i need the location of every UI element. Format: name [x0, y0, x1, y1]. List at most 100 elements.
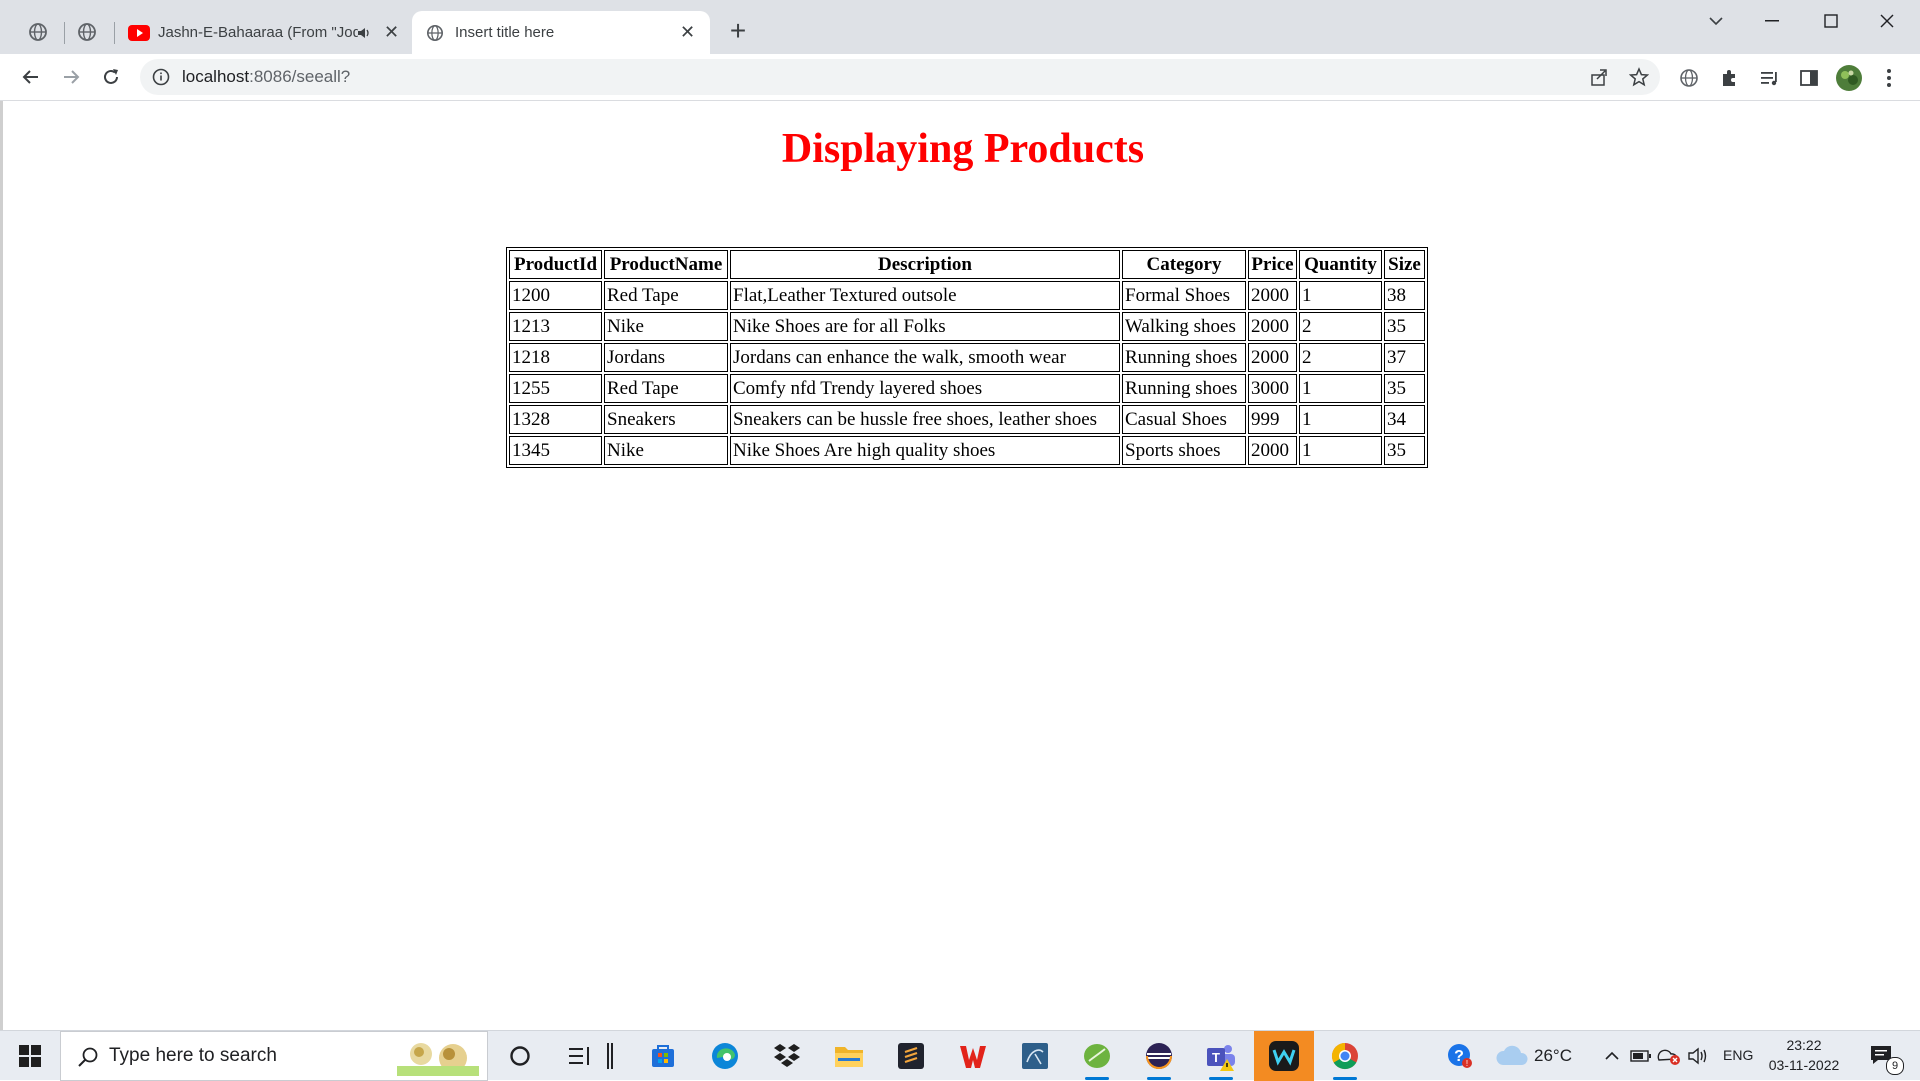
taskbar-app-sublime[interactable]	[891, 1037, 931, 1075]
network-disconnected-icon	[1657, 1049, 1680, 1065]
tab-separator	[64, 22, 65, 44]
teams-icon: T	[1207, 1045, 1235, 1071]
close-icon[interactable]: ✕	[384, 22, 399, 43]
page-content: Displaying Products ProductId ProductNam…	[0, 101, 1920, 1030]
taskbar-app-dropbox[interactable]	[767, 1037, 807, 1075]
table-cell: Jordans can enhance the walk, smooth wea…	[730, 343, 1120, 372]
profile-button[interactable]	[1836, 65, 1862, 91]
table-cell: Nike Shoes are for all Folks	[730, 312, 1120, 341]
table-row: 1200 Red Tape Flat,Leather Textured outs…	[509, 281, 1425, 310]
close-window-button[interactable]	[1865, 6, 1909, 36]
table-cell: Flat,Leather Textured outsole	[730, 281, 1120, 310]
taskbar-app-teams[interactable]: T	[1201, 1037, 1241, 1080]
taskbar-divider	[600, 1037, 620, 1075]
translate-extension-button[interactable]	[1676, 65, 1702, 91]
language-indicator[interactable]: ENG	[1723, 1047, 1753, 1063]
table-cell: Running shoes	[1122, 374, 1246, 403]
table-cell: 1328	[509, 405, 602, 434]
products-table: ProductId ProductName Description Catego…	[506, 247, 1428, 468]
search-icon	[78, 1047, 98, 1067]
table-cell: 1213	[509, 312, 602, 341]
battery-icon	[1630, 1050, 1651, 1062]
show-hidden-icons-button[interactable]	[1600, 1037, 1624, 1075]
clock[interactable]: 23:22 03-11-2022	[1764, 1035, 1844, 1077]
table-cell: 35	[1384, 312, 1425, 341]
table-cell: 3000	[1248, 374, 1297, 403]
table-cell: 2000	[1248, 436, 1297, 465]
column-header: Price	[1248, 250, 1297, 279]
taskbar-app-file-explorer[interactable]	[829, 1037, 869, 1075]
taskbar-app-mysql[interactable]	[1015, 1037, 1055, 1075]
network-status[interactable]	[1656, 1037, 1682, 1075]
volume-control[interactable]	[1684, 1037, 1712, 1075]
taskbar-app-eclipse[interactable]	[1139, 1037, 1179, 1080]
extensions-button[interactable]	[1716, 65, 1742, 91]
help-button[interactable]: ?!	[1440, 1037, 1480, 1075]
menu-button[interactable]	[1876, 65, 1902, 91]
table-cell: 1345	[509, 436, 602, 465]
weather-widget[interactable]	[1492, 1037, 1532, 1075]
speaker-icon[interactable]	[356, 25, 372, 41]
share-button[interactable]	[1587, 65, 1611, 89]
taskbar-app-wps[interactable]	[953, 1037, 993, 1075]
notification-center-button[interactable]: 9	[1862, 1037, 1904, 1075]
table-cell: Nike	[604, 312, 728, 341]
minimize-button[interactable]	[1750, 6, 1794, 36]
database-icon	[1022, 1043, 1048, 1069]
pinned-tab-2[interactable]	[67, 12, 107, 52]
dropbox-icon	[774, 1044, 800, 1067]
folder-icon	[835, 1047, 863, 1067]
taskbar-app-spring-tool-suite[interactable]	[1077, 1037, 1117, 1080]
star-icon	[1629, 67, 1649, 87]
task-view-button[interactable]	[560, 1037, 600, 1075]
table-row: 1345 Nike Nike Shoes Are high quality sh…	[509, 436, 1425, 465]
tab-youtube[interactable]: Jashn-E-Bahaaraa (From "Jodhaa Akbar") ✕	[118, 11, 408, 54]
column-header: Size	[1384, 250, 1425, 279]
forward-button[interactable]	[55, 61, 87, 93]
maximize-icon	[1824, 14, 1838, 28]
taskbar-app-edge[interactable]	[705, 1037, 745, 1075]
column-header: ProductName	[604, 250, 728, 279]
url-text[interactable]: localhost:8086/seeall?	[182, 67, 350, 87]
close-icon[interactable]: ✕	[680, 22, 695, 43]
taskbar-app-webex[interactable]	[1254, 1031, 1314, 1081]
table-cell: Formal Shoes	[1122, 281, 1246, 310]
chevron-down-icon	[1709, 17, 1723, 26]
task-view-icon	[569, 1047, 589, 1065]
table-cell: Casual Shoes	[1122, 405, 1246, 434]
tab-active[interactable]: Insert title here ✕	[412, 11, 710, 54]
table-cell: Walking shoes	[1122, 312, 1246, 341]
info-icon[interactable]	[152, 68, 170, 86]
notification-badge: 9	[1886, 1057, 1904, 1075]
minimize-icon	[1765, 20, 1779, 22]
cortana-button[interactable]	[500, 1037, 540, 1075]
globe-icon	[29, 23, 47, 41]
maximize-button[interactable]	[1809, 6, 1853, 36]
puzzle-icon	[1723, 70, 1735, 86]
taskbar-search[interactable]: Type here to search	[60, 1031, 488, 1081]
pinned-tab-1[interactable]	[18, 12, 58, 52]
battery-status[interactable]	[1628, 1037, 1654, 1075]
table-cell: 1255	[509, 374, 602, 403]
new-tab-button[interactable]: +	[722, 16, 754, 48]
arrow-left-icon	[22, 70, 38, 84]
table-row: 1328 Sneakers Sneakers can be hussle fre…	[509, 405, 1425, 434]
arrow-right-icon	[64, 70, 80, 84]
table-cell: 1	[1299, 405, 1382, 434]
taskbar-app-chrome[interactable]	[1325, 1037, 1365, 1080]
table-cell: Sneakers can be hussle free shoes, leath…	[730, 405, 1120, 434]
media-control-button[interactable]	[1756, 65, 1782, 91]
tab-separator	[114, 22, 115, 44]
bookmark-button[interactable]	[1627, 65, 1651, 89]
table-row: 1218 Jordans Jordans can enhance the wal…	[509, 343, 1425, 372]
table-cell: 34	[1384, 405, 1425, 434]
reload-button[interactable]	[95, 61, 127, 93]
start-button[interactable]	[10, 1031, 50, 1081]
weather-temperature[interactable]: 26°C	[1534, 1046, 1572, 1066]
side-panel-button[interactable]	[1796, 65, 1822, 91]
back-button[interactable]	[15, 61, 47, 93]
taskbar: Type here to search T ? ! 26°C ENG 23:22…	[0, 1030, 1920, 1081]
tab-search-button[interactable]	[1694, 6, 1738, 36]
address-bar[interactable]: localhost:8086/seeall?	[140, 59, 1660, 95]
taskbar-app-store[interactable]	[643, 1037, 683, 1075]
